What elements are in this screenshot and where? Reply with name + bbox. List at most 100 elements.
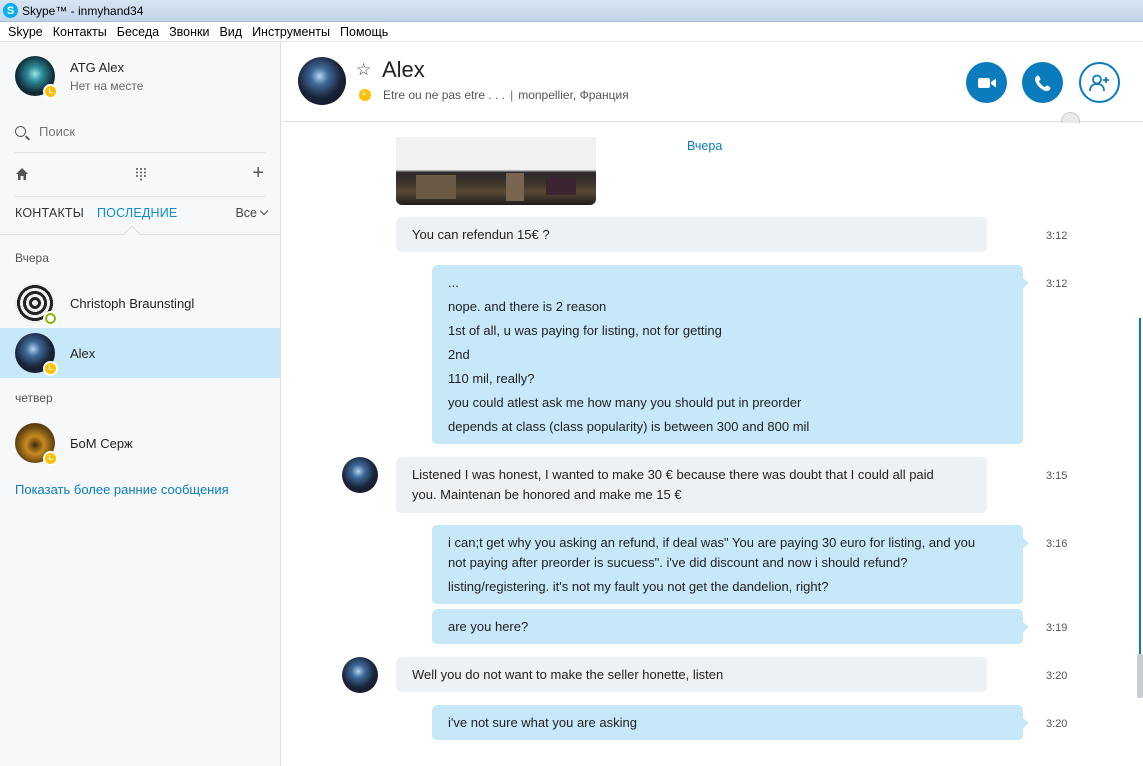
sender-avatar[interactable] <box>342 657 378 693</box>
message-text: ... <box>448 275 459 290</box>
menu-calls[interactable]: Звонки <box>164 25 214 39</box>
contact-name: Alex <box>70 345 96 361</box>
contact-location: monpellier, Франция <box>518 88 629 102</box>
message-time: 3:16 <box>1046 538 1068 550</box>
menu-view[interactable]: Вид <box>214 25 247 39</box>
contact-item[interactable]: БоМ Серж <box>0 418 280 468</box>
video-call-button[interactable] <box>966 62 1007 103</box>
filter-dropdown[interactable]: Все <box>235 206 269 220</box>
chat-contact-name: Alex <box>382 57 425 82</box>
divider <box>15 196 265 197</box>
message-text: Listened I was honest, I wanted to make … <box>412 467 934 482</box>
message-text: i can;t get why you asking an refund, if… <box>448 535 976 550</box>
message-text: Well you do not want to make the seller … <box>412 667 724 682</box>
tab-indicator <box>123 225 141 243</box>
message-time: 3:20 <box>1046 718 1068 730</box>
message-outgoing[interactable]: i can;t get why you asking an refund, if… <box>432 525 1029 604</box>
menu-help[interactable]: Помощь <box>335 25 393 39</box>
my-status-text: Нет на месте <box>70 78 144 93</box>
contact-item-selected[interactable]: Alex <box>0 328 280 378</box>
away-status-icon <box>43 84 58 99</box>
message-time: 3:15 <box>1046 470 1068 482</box>
window-title-bar: S Skype™ - inmyhand34 <box>0 0 1143 22</box>
my-name: ATG Alex <box>70 59 124 75</box>
menu-contacts[interactable]: Контакты <box>48 25 112 39</box>
home-icon[interactable] <box>15 167 29 181</box>
add-user-icon <box>1088 74 1109 91</box>
favorite-star-icon[interactable]: ☆ <box>356 60 371 80</box>
message-time: 3:12 <box>1046 230 1068 242</box>
scrollbar-thumb[interactable] <box>1137 654 1143 698</box>
message-text: nope. and there is 2 reason <box>448 299 607 314</box>
message-incoming[interactable]: Listened I was honest, I wanted to make … <box>396 457 987 513</box>
filter-label: Все <box>235 206 257 220</box>
group-label-yesterday: Вчера <box>15 251 49 265</box>
search-icon <box>15 126 26 137</box>
online-status-icon <box>43 311 58 326</box>
message-text: depends at class (class popularity) is b… <box>448 419 810 434</box>
message-outgoing[interactable]: are you here? <box>432 609 1029 644</box>
chevron-down-icon <box>259 206 269 216</box>
message-text: are you here? <box>448 619 529 634</box>
chat-header: ☆ Alex Etre ou ne pas etre . . . | monpell… <box>282 42 1143 131</box>
menu-bar: Skype Контакты Беседа Звонки Вид Инструм… <box>0 22 1143 42</box>
message-text: i've not sure what you are asking <box>448 715 637 730</box>
add-people-button[interactable] <box>1079 62 1120 103</box>
search-input[interactable] <box>39 124 239 139</box>
message-text: listing/registering. it's not my fault y… <box>448 579 829 594</box>
chat-contact-mood: Etre ou ne pas etre . . . | monpellier, Фр… <box>383 88 629 102</box>
video-camera-icon <box>977 77 996 88</box>
contact-name: Christoph Braunstingl <box>70 295 195 311</box>
message-text: You can refendun 15€ ? <box>412 227 550 242</box>
message-text: you could atlest ask me how many you sho… <box>448 395 802 410</box>
dialpad-icon[interactable] <box>135 167 147 181</box>
add-icon[interactable]: + <box>252 163 264 183</box>
conversation-pane: Вчера You can refendun 15€ ? 3:12 ... no… <box>282 123 1143 766</box>
tab-recent[interactable]: ПОСЛЕДНИЕ <box>97 206 177 220</box>
conversation-scrollbar[interactable] <box>1137 122 1143 766</box>
menu-tools[interactable]: Инструменты <box>247 25 335 39</box>
message-time: 3:19 <box>1046 622 1068 634</box>
phone-icon <box>1034 75 1050 91</box>
group-label-thursday: четвер <box>15 391 53 405</box>
message-time: 3:12 <box>1046 278 1068 290</box>
sidebar: ATG Alex Нет на месте + КОНТАКТЫ ПОСЛЕДН… <box>0 42 281 766</box>
away-status-icon <box>43 361 58 376</box>
message-incoming[interactable]: You can refendun 15€ ? <box>396 217 987 252</box>
divider <box>15 152 265 153</box>
menu-skype[interactable]: Skype <box>3 25 48 39</box>
contact-avatar <box>15 423 58 466</box>
audio-call-button[interactable] <box>1022 62 1063 103</box>
message-text: 110 mil, really? <box>448 371 535 386</box>
scrollbar-track <box>1139 318 1141 688</box>
message-text: you. Maintenan be honored and make me 15… <box>412 487 682 502</box>
date-separator: Вчера <box>687 139 723 153</box>
message-text: not paying after preorder is sucuess". i… <box>448 555 908 570</box>
message-incoming[interactable]: Well you do not want to make the seller … <box>396 657 987 692</box>
image-detail <box>506 173 524 201</box>
image-detail <box>546 177 576 195</box>
tab-contacts[interactable]: КОНТАКТЫ <box>15 206 84 220</box>
divider: | <box>510 88 514 102</box>
mood-text: Etre ou ne pas etre . . . <box>383 88 506 102</box>
contact-item[interactable]: Christoph Braunstingl <box>0 278 280 328</box>
message-outgoing[interactable]: i've not sure what you are asking <box>432 705 1029 740</box>
contact-avatar <box>15 333 58 376</box>
sidebar-toolbar: + <box>15 163 265 184</box>
my-avatar <box>15 56 58 99</box>
show-earlier-messages-link[interactable]: Показать более ранние сообщения <box>15 482 229 497</box>
shared-image[interactable] <box>396 137 596 205</box>
skype-logo-icon: S <box>3 3 18 18</box>
message-outgoing[interactable]: ... nope. and there is 2 reason 1st of a… <box>432 265 1029 444</box>
chat-contact-avatar[interactable] <box>298 57 346 105</box>
menu-conversation[interactable]: Беседа <box>112 25 164 39</box>
away-status-icon <box>359 89 371 101</box>
sender-avatar[interactable] <box>342 457 378 493</box>
image-detail <box>416 175 456 199</box>
message-text: 2nd <box>448 347 470 362</box>
away-status-icon <box>43 451 58 466</box>
window-title: Skype™ - inmyhand34 <box>22 3 144 18</box>
my-profile[interactable]: ATG Alex Нет на месте <box>15 56 144 99</box>
contact-tabs: КОНТАКТЫ ПОСЛЕДНИЕ Все <box>15 206 269 226</box>
search-box[interactable] <box>15 124 239 139</box>
